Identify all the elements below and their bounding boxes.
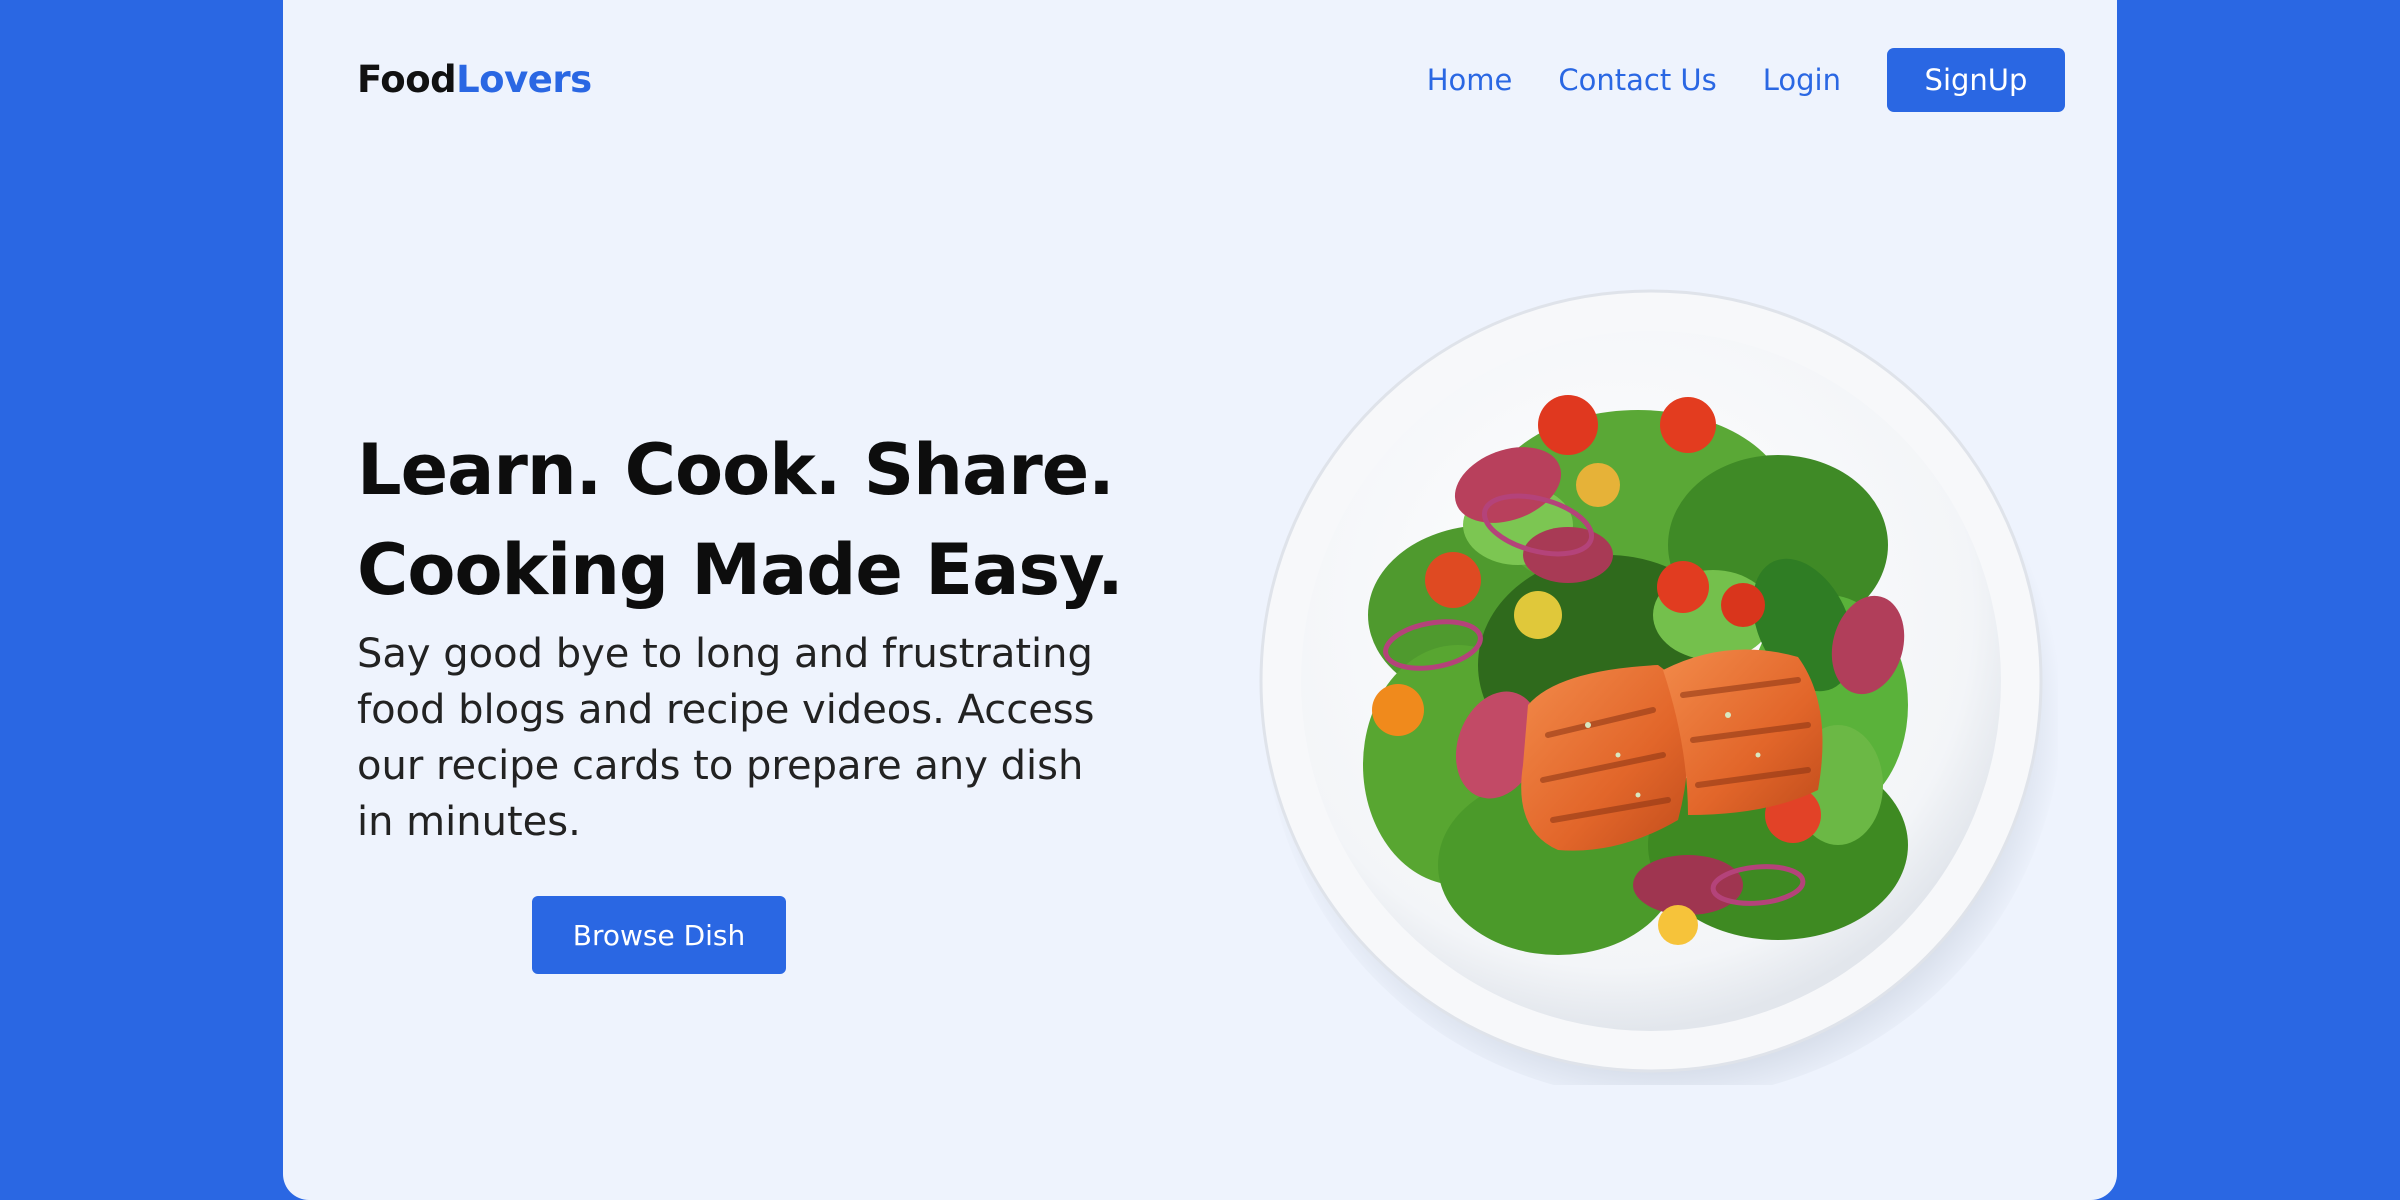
nav-link-contact-us[interactable]: Contact Us xyxy=(1558,63,1716,97)
logo-text-lovers: Lovers xyxy=(456,58,592,101)
top-nav: Home Contact Us Login SignUp xyxy=(1427,48,2065,112)
hero-headline: Learn. Cook. Share. Cooking Made Easy. xyxy=(357,420,1124,620)
landing-card: FoodLovers Home Contact Us Login SignUp … xyxy=(283,0,2117,1200)
nav-link-login[interactable]: Login xyxy=(1763,63,1841,97)
logo-text-food: Food xyxy=(357,58,457,101)
nav-link-home[interactable]: Home xyxy=(1427,63,1513,97)
hero-description: Say good bye to long and frustrating foo… xyxy=(357,631,1095,845)
hero-headline-line-2: Cooking Made Easy. xyxy=(357,529,1124,611)
salmon-salad-plate-image xyxy=(1259,289,2058,1085)
hero-headline-line-1: Learn. Cook. Share. xyxy=(357,429,1115,511)
brand-logo[interactable]: FoodLovers xyxy=(357,58,592,101)
signup-button[interactable]: SignUp xyxy=(1887,48,2065,112)
browse-dish-button[interactable]: Browse Dish xyxy=(532,896,786,974)
